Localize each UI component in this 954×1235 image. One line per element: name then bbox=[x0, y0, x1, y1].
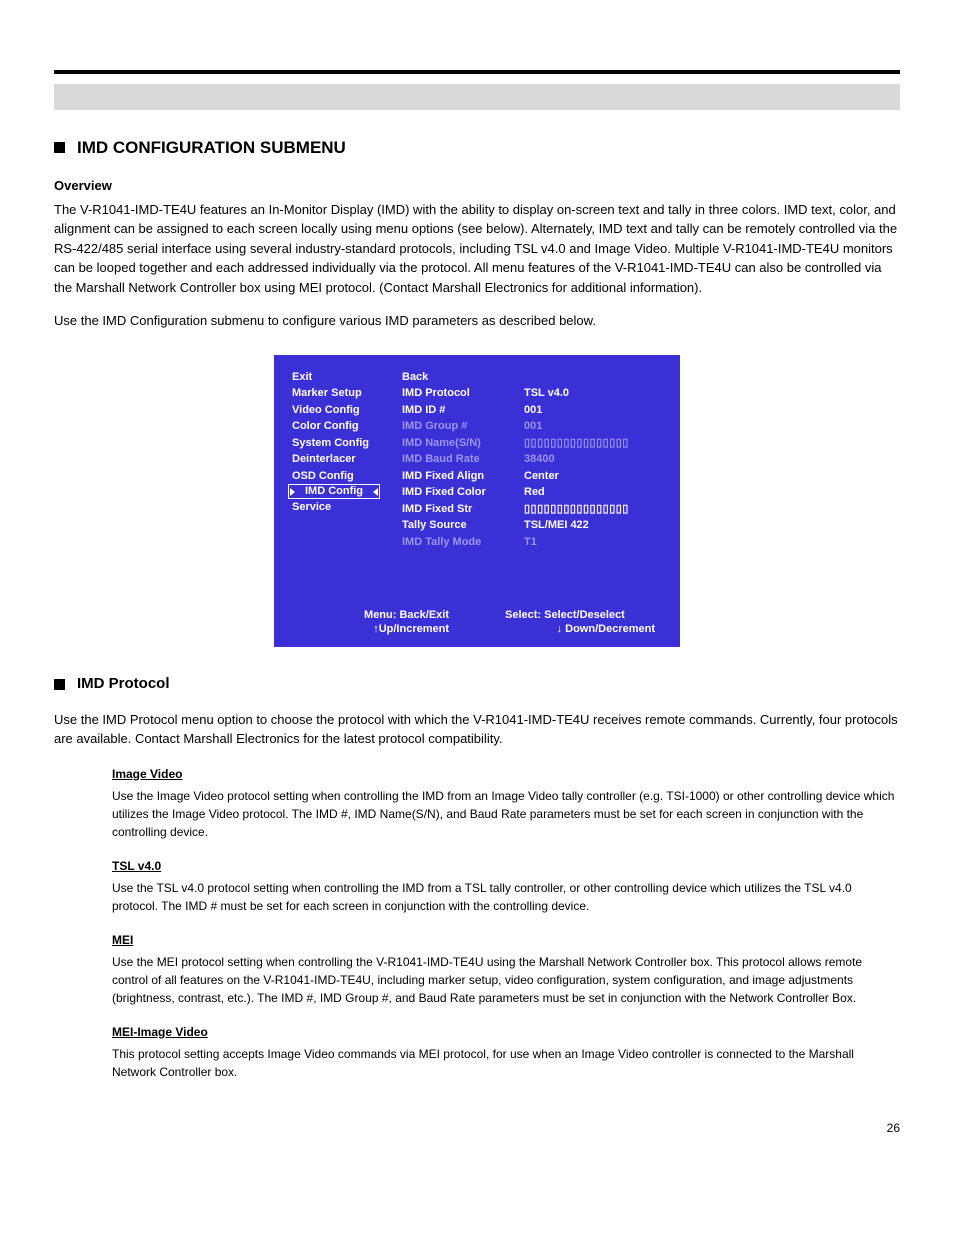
submenu-label-name: IMD Name(S/N) bbox=[402, 435, 510, 452]
submenu-label-protocol[interactable]: IMD Protocol bbox=[402, 385, 510, 402]
overview-heading: Overview bbox=[54, 178, 112, 193]
menu-middle-column: Back IMD Protocol IMD ID # IMD Group # I… bbox=[402, 369, 510, 551]
hint-down: ↓ Down/Decrement bbox=[505, 623, 655, 635]
proto-para-tsl: Use the TSL v4.0 protocol setting when c… bbox=[112, 879, 900, 915]
submenu-label-fixed-color[interactable]: IMD Fixed Color bbox=[402, 484, 510, 501]
proto-para-mei-iv: This protocol setting accepts Image Vide… bbox=[112, 1045, 900, 1081]
submenu-value-protocol: TSL v4.0 bbox=[524, 385, 662, 402]
hint-menu: Menu: Back/Exit bbox=[299, 609, 449, 621]
menu-right-column: TSL v4.0 001 001 ▯▯▯▯▯▯▯▯▯▯▯▯▯▯▯▯ 38400 … bbox=[524, 369, 662, 551]
submenu-label-id[interactable]: IMD ID # bbox=[402, 402, 510, 419]
menu-item-service[interactable]: Service bbox=[292, 499, 388, 516]
grey-header-bar bbox=[54, 84, 900, 110]
page-number: 26 bbox=[54, 1121, 900, 1135]
proto-heading-mei: MEI bbox=[112, 933, 900, 947]
triangle-left-icon bbox=[373, 488, 378, 496]
submenu-value-name: ▯▯▯▯▯▯▯▯▯▯▯▯▯▯▯▯ bbox=[524, 435, 662, 452]
bullet-square-icon bbox=[54, 142, 65, 153]
submenu-value-fixed-str: ▯▯▯▯▯▯▯▯▯▯▯▯▯▯▯▯ bbox=[524, 501, 662, 518]
menu-item-deinterlacer[interactable]: Deinterlacer bbox=[292, 451, 388, 468]
submenu-label-tally-mode: IMD Tally Mode bbox=[402, 534, 510, 551]
proto-heading-image-video: Image Video bbox=[112, 767, 900, 781]
submenu-value-tally-source: TSL/MEI 422 bbox=[524, 517, 662, 534]
submenu-value-tally-mode: T1 bbox=[524, 534, 662, 551]
submenu-back[interactable]: Back bbox=[402, 369, 510, 386]
submenu-label-tally-source[interactable]: Tally Source bbox=[402, 517, 510, 534]
section-title: IMD CONFIGURATION SUBMENU bbox=[77, 138, 346, 158]
proto-para-mei: Use the MEI protocol setting when contro… bbox=[112, 953, 900, 1007]
menu-item-marker-setup[interactable]: Marker Setup bbox=[292, 385, 388, 402]
submenu-value-group: 001 bbox=[524, 418, 662, 435]
hint-up: ↑Up/Increment bbox=[299, 623, 449, 635]
triangle-right-icon bbox=[290, 488, 295, 496]
section-title-protocol: IMD Protocol bbox=[77, 675, 170, 692]
submenu-label-fixed-align[interactable]: IMD Fixed Align bbox=[402, 468, 510, 485]
submenu-value-id: 001 bbox=[524, 402, 662, 419]
overview-para-1: The V-R1041-IMD-TE4U features an In-Moni… bbox=[54, 200, 900, 298]
overview-block: Overview The V-R1041-IMD-TE4U features a… bbox=[54, 176, 900, 331]
section-heading-imd-protocol: IMD Protocol bbox=[54, 675, 900, 692]
submenu-value-fixed-color: Red bbox=[524, 484, 662, 501]
menu-left-column: Exit Marker Setup Video Config Color Con… bbox=[292, 369, 388, 551]
hint-select: Select: Select/Deselect bbox=[505, 609, 655, 621]
menu-item-video-config[interactable]: Video Config bbox=[292, 402, 388, 419]
protocol-intro-para: Use the IMD Protocol menu option to choo… bbox=[54, 710, 900, 749]
proto-heading-tsl: TSL v4.0 bbox=[112, 859, 900, 873]
submenu-label-fixed-str[interactable]: IMD Fixed Str bbox=[402, 501, 510, 518]
menu-item-exit[interactable]: Exit bbox=[292, 369, 388, 386]
protocol-intro: Use the IMD Protocol menu option to choo… bbox=[54, 710, 900, 749]
menu-item-color-config[interactable]: Color Config bbox=[292, 418, 388, 435]
proto-heading-mei-iv: MEI-Image Video bbox=[112, 1025, 900, 1039]
menu-item-system-config[interactable]: System Config bbox=[292, 435, 388, 452]
section-heading-imd-config: IMD CONFIGURATION SUBMENU bbox=[54, 138, 900, 158]
submenu-label-group: IMD Group # bbox=[402, 418, 510, 435]
menu-footer-hints: Menu: Back/Exit Select: Select/Deselect … bbox=[274, 609, 680, 635]
submenu-value-baud: 38400 bbox=[524, 451, 662, 468]
osd-menu-screenshot: Exit Marker Setup Video Config Color Con… bbox=[274, 355, 680, 647]
submenu-value-fixed-align: Center bbox=[524, 468, 662, 485]
submenu-label-baud: IMD Baud Rate bbox=[402, 451, 510, 468]
menu-item-imd-config-selected[interactable]: IMD Config bbox=[292, 484, 388, 499]
proto-para-image-video: Use the Image Video protocol setting whe… bbox=[112, 787, 900, 841]
horizontal-rule bbox=[54, 70, 900, 74]
menu-item-osd-config[interactable]: OSD Config bbox=[292, 468, 388, 485]
bullet-square-icon bbox=[54, 679, 65, 690]
overview-para-2: Use the IMD Configuration submenu to con… bbox=[54, 311, 900, 331]
